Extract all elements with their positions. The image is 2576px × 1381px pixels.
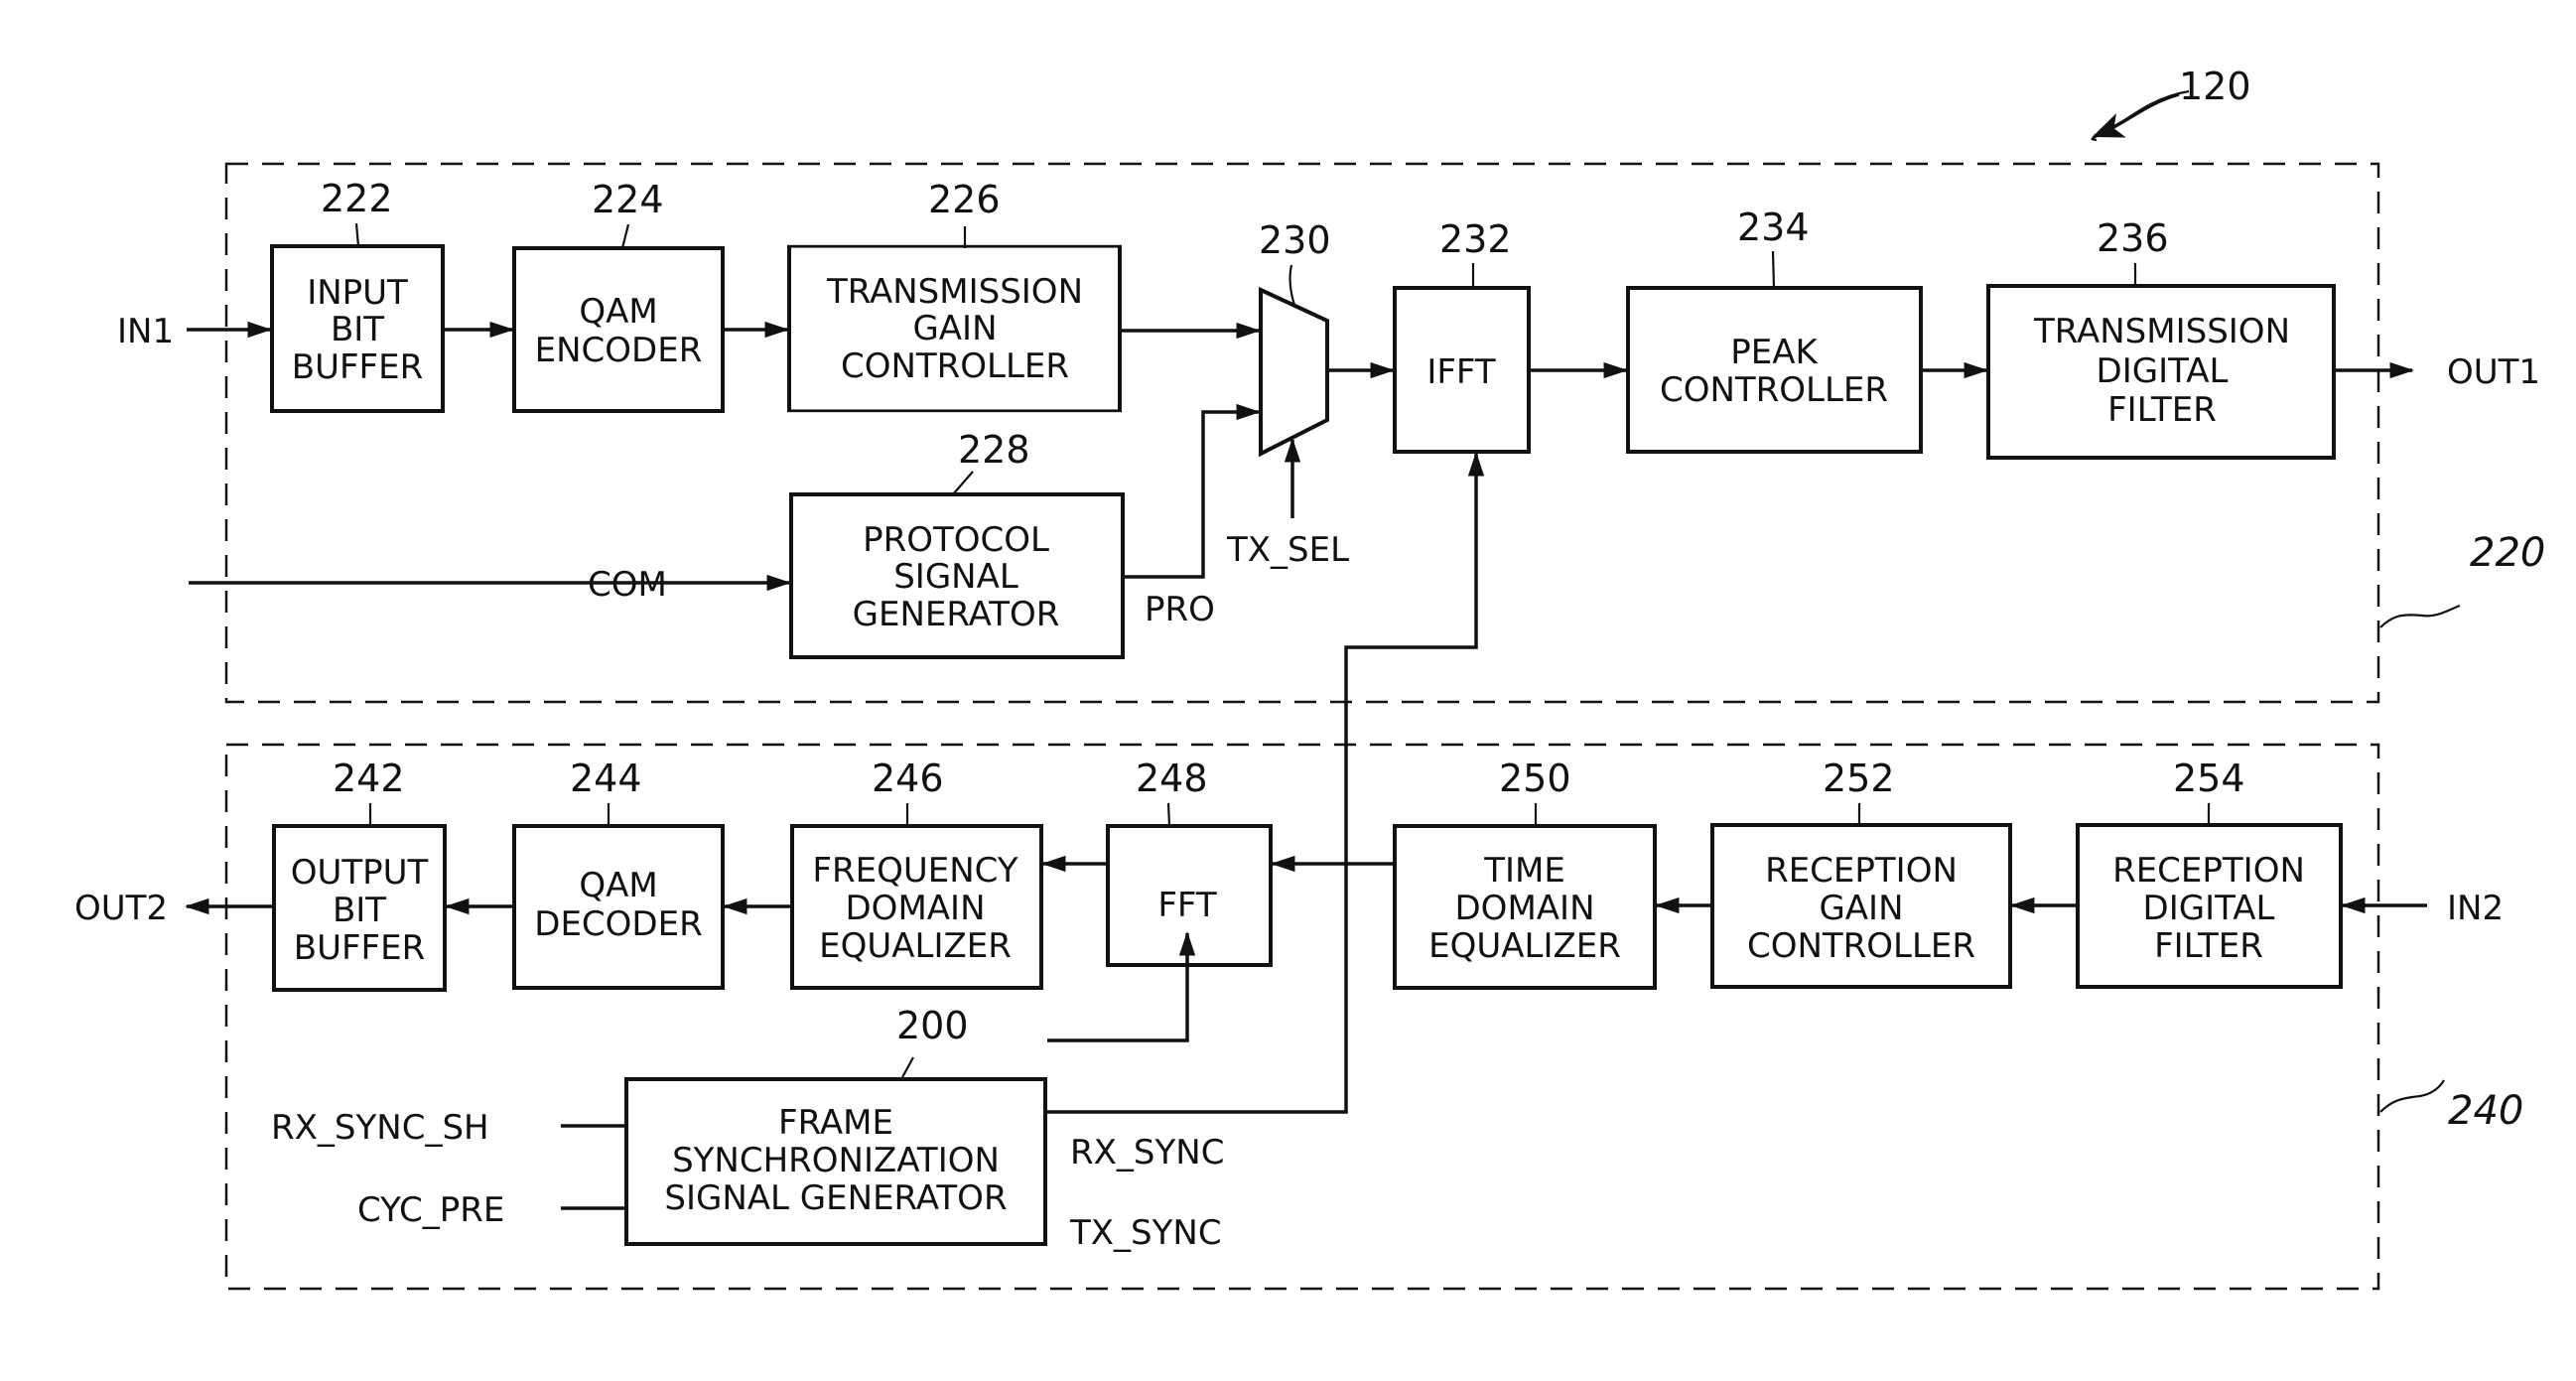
signal-com: COM (588, 565, 667, 605)
block-label: QAM (579, 866, 657, 905)
block-label: DIGITAL (2143, 889, 2275, 928)
block-label: BIT (331, 310, 384, 349)
block-label: OUTPUT (291, 853, 429, 893)
block-label: IFFT (1426, 352, 1496, 392)
block-label: GENERATOR (853, 595, 1060, 634)
signal-rx-sync: RX_SYNC (1070, 1133, 1224, 1173)
ref-224: 224 (592, 178, 664, 221)
ref-226: 226 (928, 178, 1001, 221)
ref-250: 250 (1499, 757, 1571, 800)
block-label: ENCODER (535, 331, 703, 370)
signal-tx-sel: TX_SEL (1226, 530, 1349, 570)
ref-228: 228 (958, 428, 1030, 472)
block-reception-digital-filter[interactable]: 254 RECEPTION DIGITAL FILTER (2076, 757, 2343, 989)
ref-232: 232 (1439, 217, 1512, 261)
block-label: PEAK (1730, 333, 1819, 372)
block-label: QAM (579, 292, 657, 332)
ref-254: 254 (2173, 757, 2245, 800)
ref-248: 248 (1136, 757, 1208, 800)
block-transmission-digital-filter[interactable]: 236 TRANSMISSION DIGITAL FILTER (1986, 216, 2336, 460)
block-label: RECEPTION (1765, 851, 1958, 891)
tx-section-ref-label: 220 (2470, 530, 2545, 576)
block-label: SIGNAL (893, 557, 1018, 597)
block-label: DIGITAL (2097, 351, 2229, 391)
ref-234: 234 (1737, 206, 1810, 249)
tx-section-ref: 220 (2379, 530, 2545, 628)
ref-230: 230 (1259, 218, 1331, 262)
signal-out2: OUT2 (74, 889, 168, 928)
ref-244: 244 (570, 757, 642, 800)
ref-236: 236 (2097, 216, 2169, 260)
block-label: CONTROLLER (841, 346, 1069, 386)
block-time-domain-equalizer[interactable]: 250 TIME DOMAIN EQUALIZER (1393, 757, 1657, 990)
block-label: FILTER (2154, 926, 2263, 966)
block-label: GAIN (1819, 889, 1903, 928)
block-label: EQUALIZER (819, 926, 1012, 966)
figure-ref-label: 120 (2179, 65, 2251, 108)
block-transmission-gain-controller[interactable]: 226 TRANSMISSION GAIN CONTROLLER (787, 178, 1122, 413)
block-label: FRAME (778, 1103, 893, 1143)
block-label: FREQUENCY (812, 851, 1017, 891)
block-label: DOMAIN (1455, 889, 1595, 928)
rx-section-ref-label: 240 (2448, 1088, 2523, 1134)
block-frame-synchronization-signal-generator[interactable]: 200 FRAME SYNCHRONIZATION SIGNAL GENERAT… (624, 1004, 1047, 1246)
ref-252: 252 (1823, 757, 1895, 800)
block-label: EQUALIZER (1428, 926, 1621, 966)
block-input-bit-buffer[interactable]: 222 INPUT BIT BUFFER (270, 177, 445, 413)
block-frequency-domain-equalizer[interactable]: 246 FREQUENCY DOMAIN EQUALIZER (790, 757, 1043, 990)
rx-section-ref: 240 (2379, 1079, 2523, 1134)
signal-in2: IN2 (2447, 889, 2504, 928)
signal-tx-sync: TX_SYNC (1069, 1213, 1222, 1253)
block-qam-encoder[interactable]: 224 QAM ENCODER (512, 178, 725, 413)
ref-200: 200 (896, 1004, 969, 1047)
block-label: BUFFER (292, 347, 423, 387)
block-label: CONTROLLER (1660, 370, 1888, 410)
block-label: SIGNAL GENERATOR (664, 1178, 1007, 1218)
ref-246: 246 (872, 757, 944, 800)
block-diagram: 120 220 240 222 INPUT BIT BUFFER 224 QAM… (74, 65, 2545, 1291)
ref-242: 242 (333, 757, 405, 800)
block-label: SYNCHRONIZATION (672, 1141, 1000, 1180)
signal-in1: IN1 (117, 312, 174, 351)
block-label: CONTROLLER (1747, 926, 1975, 966)
block-label: GAIN (912, 309, 997, 348)
block-label: TIME (1483, 851, 1565, 891)
block-label: DECODER (534, 904, 702, 944)
block-fft[interactable]: 248 FFT (1106, 757, 1273, 967)
block-label: FILTER (2107, 390, 2217, 430)
block-label: DOMAIN (846, 889, 986, 928)
block-label: TRANSMISSION (2033, 312, 2290, 351)
block-reception-gain-controller[interactable]: 252 RECEPTION GAIN CONTROLLER (1710, 757, 2012, 989)
figure-ref-120: 120 (2091, 65, 2251, 142)
block-output-bit-buffer[interactable]: 242 OUTPUT BIT BUFFER (272, 757, 447, 992)
signal-rx-sync-sh: RX_SYNC_SH (271, 1108, 489, 1148)
signal-pro: PRO (1145, 590, 1215, 629)
signal-cyc-pre: CYC_PRE (357, 1190, 504, 1230)
block-label: FFT (1157, 886, 1217, 925)
signal-out1: OUT1 (2447, 352, 2540, 392)
block-peak-controller[interactable]: 234 PEAK CONTROLLER (1626, 206, 1923, 454)
block-protocol-signal-generator[interactable]: 228 PROTOCOL SIGNAL GENERATOR (789, 428, 1125, 659)
block-multiplexer[interactable]: 230 (1259, 218, 1331, 458)
block-ifft[interactable]: 232 IFFT (1393, 217, 1531, 454)
block-label: TRANSMISSION (826, 272, 1083, 312)
block-qam-decoder[interactable]: 244 QAM DECODER (512, 757, 725, 990)
block-label: PROTOCOL (863, 520, 1049, 560)
block-label: BUFFER (294, 928, 425, 968)
block-label: INPUT (307, 273, 408, 313)
block-label: BIT (333, 891, 386, 930)
ref-222: 222 (321, 177, 393, 220)
block-label: RECEPTION (2112, 851, 2305, 891)
